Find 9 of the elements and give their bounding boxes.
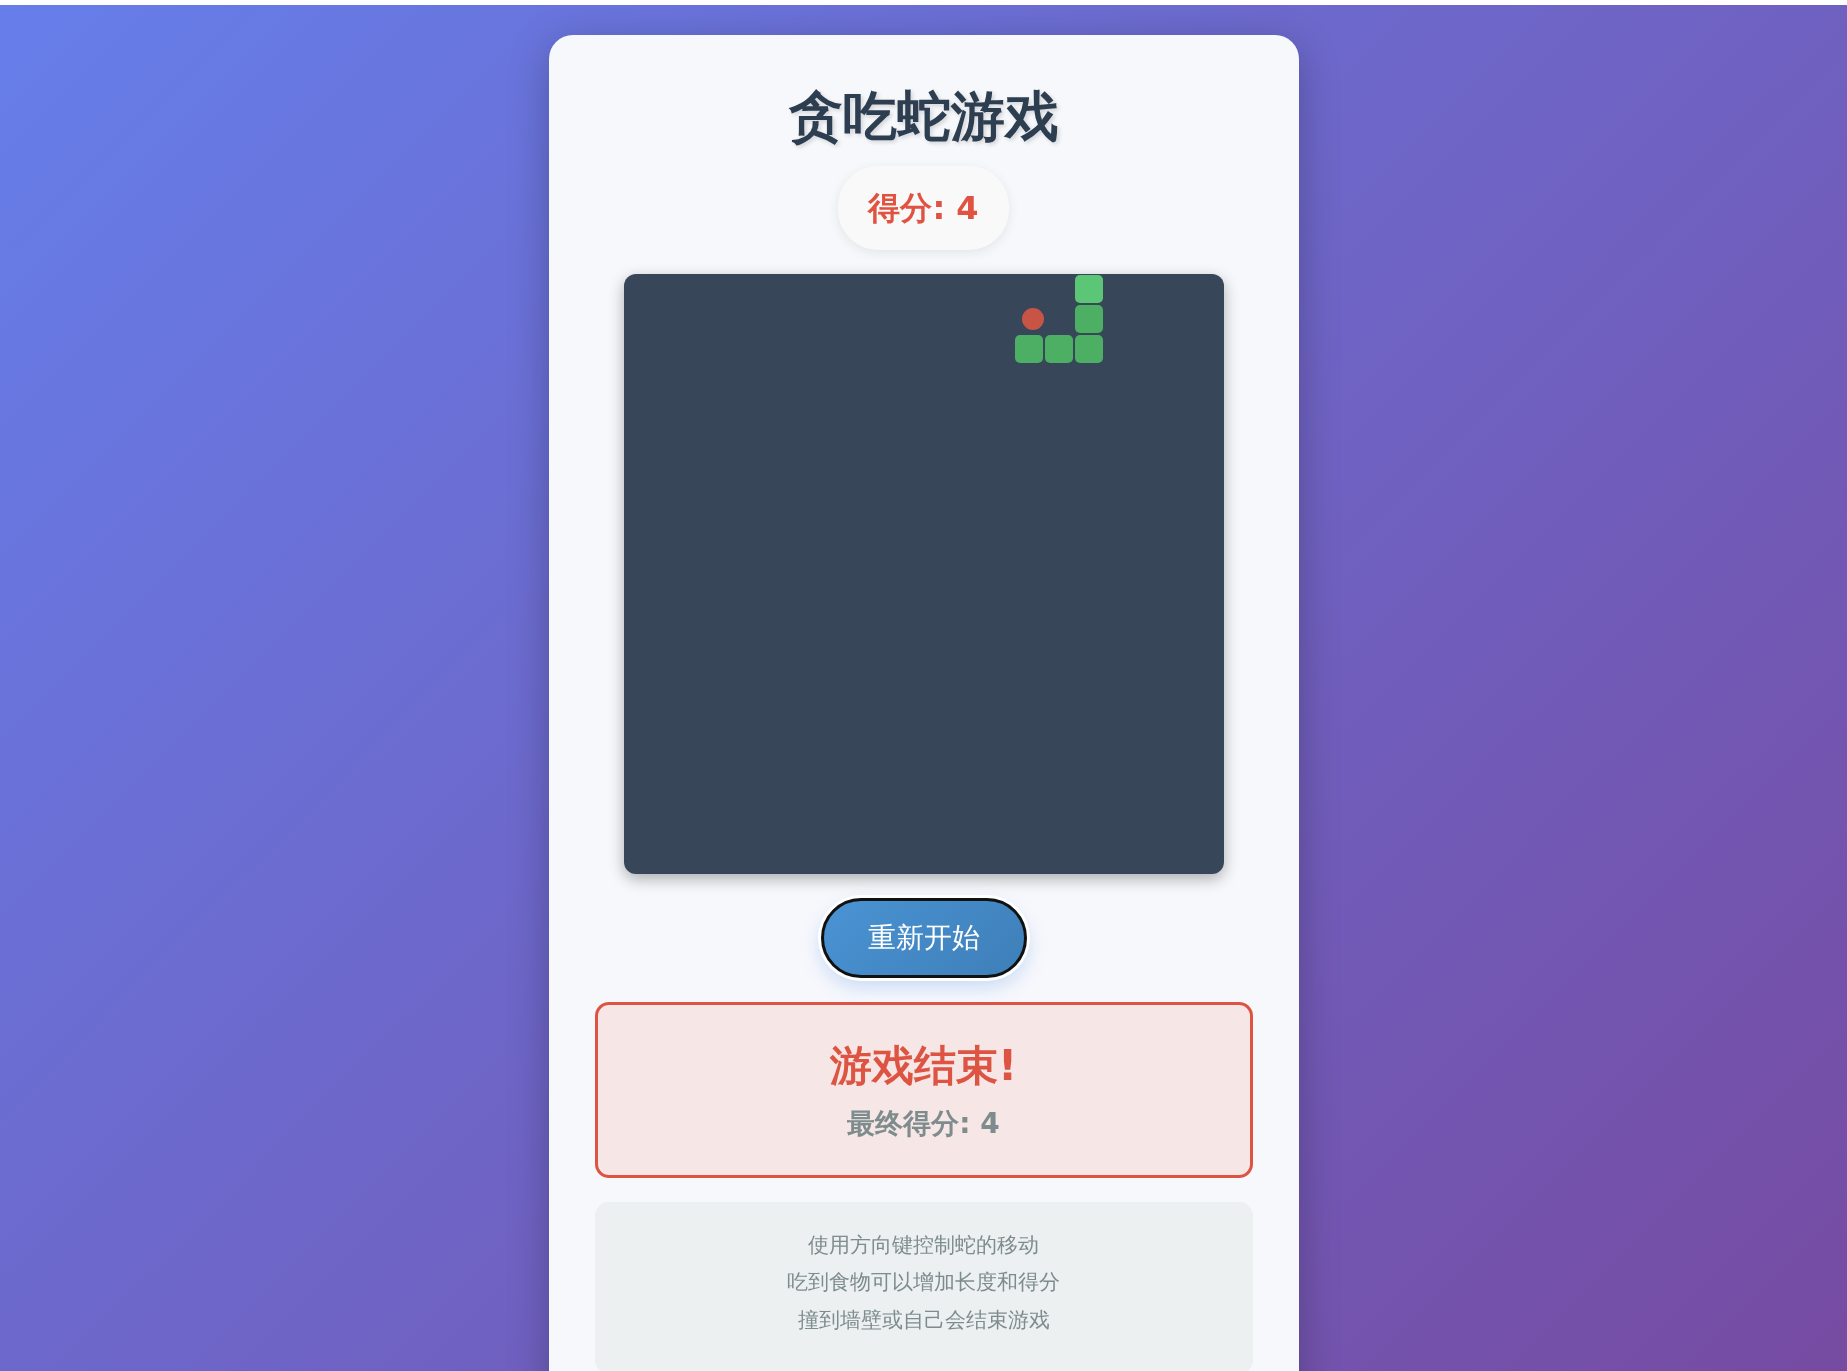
game-over-title: 游戏结束! — [828, 1040, 1019, 1092]
restart-button[interactable]: 重新开始 — [820, 897, 1027, 978]
game-title: 贪吃蛇游戏 — [787, 85, 1060, 150]
instruction-text: 撞到墙壁或自己会结束游戏 — [796, 1306, 1051, 1334]
instruction-text: 吃到食物可以增加长度和得分 — [786, 1269, 1061, 1297]
food-dot — [1021, 307, 1044, 330]
final-score: 最终得分: 4 — [846, 1106, 1001, 1143]
score-display: 得分: 4 — [838, 165, 1009, 250]
instruction-text: 使用方向键控制蛇的移动 — [807, 1232, 1040, 1260]
